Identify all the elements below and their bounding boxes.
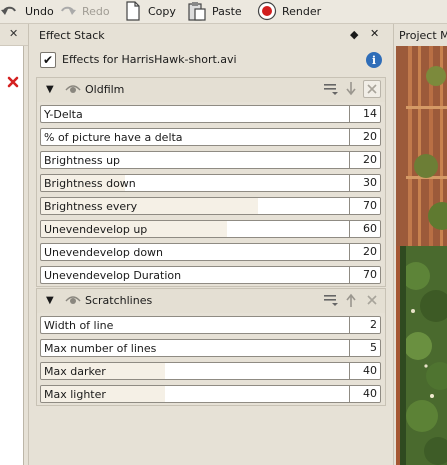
param-slider[interactable]: % of picture have a delta 20: [40, 128, 381, 146]
float-panel-icon[interactable]: ◆: [350, 28, 358, 41]
param-label: Brightness down: [44, 177, 136, 190]
left-panel-list[interactable]: [0, 46, 24, 465]
param-value-spinbox[interactable]: 14: [349, 106, 380, 122]
effects-list: ▼ Oldfilm Y-Delta 14 % of picture have a d…: [32, 74, 390, 465]
copy-label: Copy: [148, 4, 176, 18]
paste-button[interactable]: Paste: [187, 0, 242, 22]
effects-enable-label: Effects for HarrisHawk-short.avi: [62, 53, 237, 66]
project-monitor-panel: Project M: [393, 24, 447, 465]
param-value-spinbox[interactable]: 30: [349, 175, 380, 191]
param-slider[interactable]: Unevendevelop Duration 70: [40, 266, 381, 284]
param-value-spinbox[interactable]: 40: [349, 386, 380, 402]
param-label: Unevendevelop up: [44, 223, 148, 236]
param-value-spinbox[interactable]: 20: [349, 244, 380, 260]
param-label: % of picture have a delta: [44, 131, 183, 144]
delete-icon[interactable]: [7, 76, 19, 91]
effects-enable-row: ✔ Effects for HarrisHawk-short.avi i: [36, 48, 386, 72]
param-value-spinbox[interactable]: 20: [349, 129, 380, 145]
record-icon: [257, 1, 277, 21]
param-label: Max number of lines: [44, 342, 157, 355]
undo-label: Undo: [25, 4, 54, 18]
param-label: Width of line: [44, 319, 114, 332]
param-slider[interactable]: Brightness up 20: [40, 151, 381, 169]
effects-enable-checkbox[interactable]: ✔: [40, 52, 56, 68]
move-down-icon[interactable]: [345, 81, 357, 100]
redo-label: Redo: [82, 4, 110, 18]
video-preview[interactable]: [396, 46, 447, 465]
param-label: Max lighter: [44, 388, 106, 401]
paste-label: Paste: [212, 4, 242, 18]
render-button[interactable]: Render: [257, 0, 321, 22]
paste-icon: [187, 1, 207, 21]
effect-stack-panel: Effect Stack ◆ ✕ ✔ Effects for HarrisHaw…: [32, 24, 427, 465]
redo-button[interactable]: Redo: [57, 0, 110, 22]
param-slider[interactable]: Max darker 40: [40, 362, 381, 380]
param-value-spinbox[interactable]: 70: [349, 267, 380, 283]
param-label: Brightness up: [44, 154, 121, 167]
param-value-spinbox[interactable]: 60: [349, 221, 380, 237]
info-icon[interactable]: i: [366, 52, 382, 68]
left-panel-header: ✕: [0, 24, 28, 46]
redo-icon: [57, 1, 77, 21]
effect-header: ▼ Oldfilm: [37, 78, 385, 102]
param-value-spinbox[interactable]: 40: [349, 363, 380, 379]
param-label: Unevendevelop down: [44, 246, 164, 259]
close-icon[interactable]: ✕: [9, 27, 18, 40]
eye-icon[interactable]: [65, 293, 81, 310]
param-slider[interactable]: Y-Delta 14: [40, 105, 381, 123]
delete-effect-icon[interactable]: [363, 80, 381, 98]
param-value-spinbox[interactable]: 2: [349, 317, 380, 333]
menu-icon[interactable]: [323, 82, 339, 99]
effect-stack-header: Effect Stack ◆ ✕: [32, 24, 390, 46]
undo-icon: [0, 1, 20, 21]
collapse-arrow-icon[interactable]: ▼: [46, 84, 54, 95]
param-slider[interactable]: Width of line 2: [40, 316, 381, 334]
param-slider[interactable]: Brightness down 30: [40, 174, 381, 192]
param-slider[interactable]: Unevendevelop up 60: [40, 220, 381, 238]
param-label: Y-Delta: [44, 108, 83, 121]
effect-name: Oldfilm: [85, 83, 125, 96]
effect-name: Scratchlines: [85, 294, 153, 307]
move-up-icon[interactable]: [345, 292, 357, 311]
effect-header: ▼ Scratchlines: [37, 289, 385, 313]
param-label: Max darker: [44, 365, 106, 378]
render-label: Render: [282, 4, 322, 18]
project-monitor-title: Project M: [399, 29, 447, 42]
effect-stack-title: Effect Stack: [39, 29, 105, 42]
param-slider[interactable]: Max number of lines 5: [40, 339, 381, 357]
close-panel-icon[interactable]: ✕: [370, 27, 379, 40]
param-label: Brightness every: [44, 200, 138, 213]
param-slider[interactable]: Brightness every 70: [40, 197, 381, 215]
effect-scratchlines: ▼ Scratchlines Width of line 2 Max number …: [36, 288, 386, 406]
left-dock-panel: ✕: [0, 24, 29, 465]
effect-oldfilm: ▼ Oldfilm Y-Delta 14 % of picture have a d…: [36, 77, 386, 287]
menu-icon[interactable]: [323, 293, 339, 310]
param-label: Unevendevelop Duration: [44, 269, 182, 282]
param-slider[interactable]: Max lighter 40: [40, 385, 381, 403]
param-value-spinbox[interactable]: 20: [349, 152, 380, 168]
copy-icon: [123, 1, 143, 21]
copy-button[interactable]: Copy: [123, 0, 176, 22]
param-value-spinbox[interactable]: 70: [349, 198, 380, 214]
main-toolbar: Undo Redo Copy Paste Render: [0, 0, 447, 24]
undo-button[interactable]: Undo: [0, 0, 54, 22]
collapse-arrow-icon[interactable]: ▼: [46, 295, 54, 306]
delete-effect-icon[interactable]: [363, 291, 381, 309]
param-slider[interactable]: Unevendevelop down 20: [40, 243, 381, 261]
eye-icon[interactable]: [65, 82, 81, 99]
param-value-spinbox[interactable]: 5: [349, 340, 380, 356]
